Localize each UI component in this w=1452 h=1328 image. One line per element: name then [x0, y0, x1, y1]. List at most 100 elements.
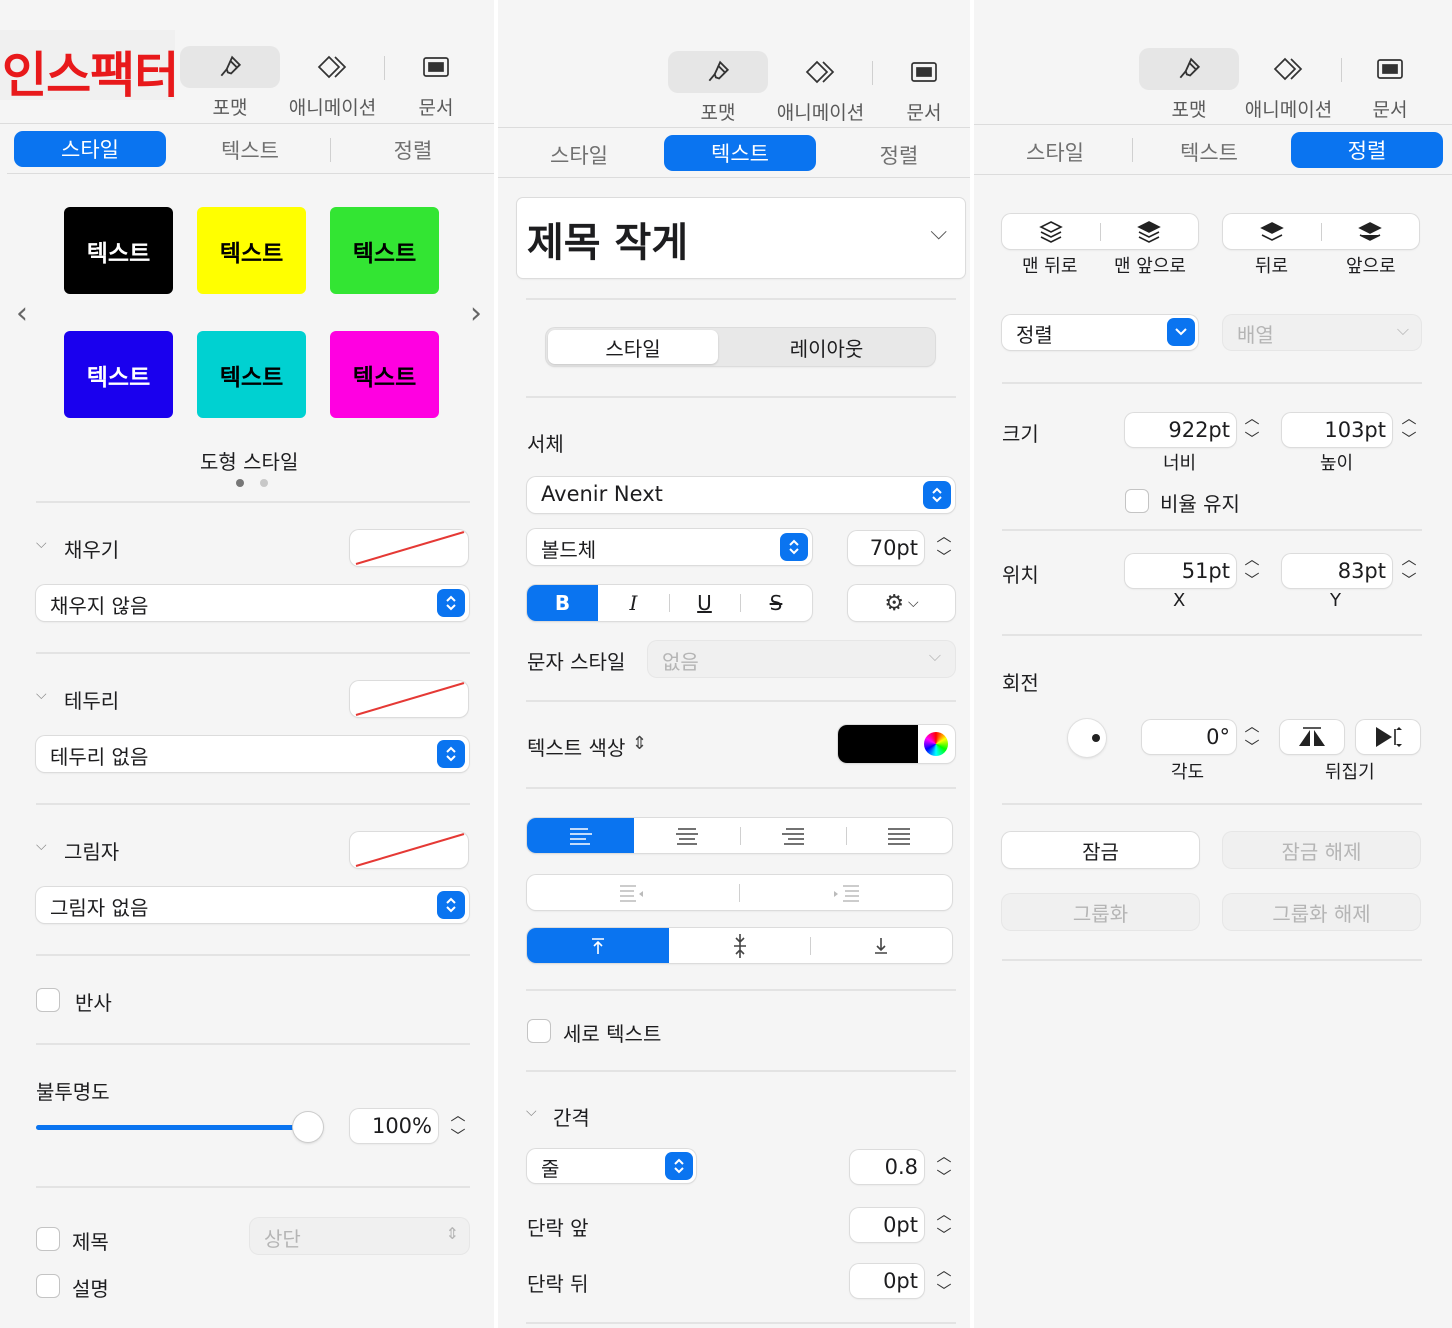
fill-type-popup[interactable]: 채우지 않음: [36, 585, 469, 621]
fill-color-well[interactable]: [350, 530, 468, 566]
stepper-up-icon[interactable]: ︿: [1401, 411, 1416, 426]
rotation-dial[interactable]: [1068, 719, 1106, 757]
stepper-down-icon[interactable]: ﹀: [1244, 740, 1259, 755]
flip-vertical-button[interactable]: [1356, 720, 1420, 754]
stepper-up-icon[interactable]: ︿: [936, 1263, 951, 1278]
align-popup[interactable]: 정렬: [1002, 315, 1198, 350]
justify-button[interactable]: [846, 818, 952, 853]
style-swatch[interactable]: 텍스트: [64, 207, 173, 294]
group-button[interactable]: 그룹화: [1002, 894, 1199, 930]
space-after-field[interactable]: 0pt: [850, 1264, 924, 1298]
disclosure-chevron-icon[interactable]: ⌵: [36, 687, 47, 703]
tab-text[interactable]: 텍스트: [175, 135, 325, 165]
popup-arrows-icon[interactable]: ⇕: [632, 733, 647, 754]
style-swatch[interactable]: 텍스트: [330, 331, 439, 418]
document-toolbar-button[interactable]: [400, 46, 472, 88]
tab-arrange[interactable]: 정렬: [338, 135, 488, 165]
bring-forward-button[interactable]: [1321, 214, 1419, 249]
position-x-field[interactable]: 51pt: [1125, 554, 1236, 588]
underline-button[interactable]: U: [669, 585, 740, 621]
tab-style[interactable]: 스타일: [504, 140, 654, 170]
send-to-back-button[interactable]: [1002, 214, 1100, 249]
vertical-text-checkbox[interactable]: [527, 1019, 551, 1043]
font-weight-popup[interactable]: 볼드체: [527, 529, 812, 565]
align-center-button[interactable]: [634, 818, 740, 853]
stepper-down-icon[interactable]: ﹀: [936, 1284, 951, 1299]
color-wheel-icon[interactable]: [924, 732, 948, 756]
style-layout-segmented[interactable]: 스타일 레이아웃: [546, 328, 935, 366]
border-type-popup[interactable]: 테두리 없음: [36, 736, 469, 772]
flip-horizontal-button[interactable]: [1280, 720, 1344, 754]
style-swatch[interactable]: 텍스트: [64, 331, 173, 418]
bold-button[interactable]: B: [527, 585, 598, 621]
opacity-stepper[interactable]: ︿ ﹀: [447, 1108, 469, 1144]
page-dot[interactable]: [260, 479, 268, 487]
font-size-field[interactable]: 70pt: [848, 531, 924, 565]
stepper-down-icon[interactable]: ﹀: [1244, 432, 1259, 447]
format-toolbar-button[interactable]: [180, 46, 280, 88]
description-checkbox[interactable]: [36, 1274, 60, 1298]
stepper-up-icon[interactable]: ︿: [936, 1207, 951, 1222]
align-bottom-button[interactable]: [810, 928, 952, 963]
width-field[interactable]: 922pt: [1125, 413, 1236, 447]
stepper-up-icon[interactable]: ︿: [450, 1108, 465, 1123]
segment-style[interactable]: 스타일: [548, 330, 718, 364]
italic-button[interactable]: I: [598, 585, 669, 621]
line-spacing-field[interactable]: 0.8: [850, 1150, 924, 1184]
tab-text[interactable]: 텍스트: [1134, 137, 1284, 167]
stepper-up-icon[interactable]: ︿: [1401, 552, 1416, 567]
disclosure-chevron-icon[interactable]: ⌵: [36, 536, 47, 552]
stepper-down-icon[interactable]: ﹀: [936, 1228, 951, 1243]
font-family-popup[interactable]: Avenir Next: [527, 477, 955, 513]
align-middle-button[interactable]: [669, 928, 810, 963]
character-style-popup[interactable]: 없음 ⌵: [648, 641, 955, 677]
prev-page-chevron-icon[interactable]: ‹: [16, 296, 28, 331]
align-left-button[interactable]: [527, 818, 634, 853]
height-stepper[interactable]: ︿ ﹀: [1398, 411, 1420, 447]
disclosure-chevron-icon[interactable]: ⌵: [36, 838, 47, 854]
stepper-up-icon[interactable]: ︿: [1244, 411, 1259, 426]
lock-button[interactable]: 잠금: [1002, 832, 1199, 868]
format-toolbar-button[interactable]: [1139, 48, 1239, 90]
stepper-down-icon[interactable]: ﹀: [1401, 432, 1416, 447]
text-color-well[interactable]: [838, 725, 955, 763]
disclosure-chevron-icon[interactable]: ⌵: [526, 1104, 537, 1120]
advanced-options-button[interactable]: ⚙ ⌵: [848, 585, 955, 621]
line-spacing-popup[interactable]: 줄: [527, 1149, 696, 1183]
animate-toolbar-button[interactable]: [290, 46, 375, 88]
height-field[interactable]: 103pt: [1282, 413, 1392, 447]
space-after-stepper[interactable]: ︿ ﹀: [933, 1263, 955, 1299]
angle-stepper[interactable]: ︿ ﹀: [1241, 719, 1263, 755]
tab-text[interactable]: 텍스트: [664, 135, 816, 171]
position-y-stepper[interactable]: ︿ ﹀: [1398, 552, 1420, 588]
position-y-field[interactable]: 83pt: [1282, 554, 1392, 588]
space-before-stepper[interactable]: ︿ ﹀: [933, 1207, 955, 1243]
stepper-up-icon[interactable]: ︿: [936, 529, 951, 544]
align-right-button[interactable]: [740, 818, 846, 853]
tab-style[interactable]: 스타일: [980, 137, 1130, 167]
tab-style[interactable]: 스타일: [14, 131, 166, 167]
style-swatch[interactable]: 텍스트: [197, 331, 306, 418]
tab-arrange[interactable]: 정렬: [1291, 132, 1443, 168]
format-toolbar-button[interactable]: [668, 51, 768, 93]
next-page-chevron-icon[interactable]: ›: [470, 296, 482, 331]
opacity-field[interactable]: 100%: [350, 1109, 438, 1143]
font-size-stepper[interactable]: ︿ ﹀: [933, 529, 955, 565]
stepper-down-icon[interactable]: ﹀: [1401, 573, 1416, 588]
ungroup-button[interactable]: 그룹화 해제: [1223, 894, 1420, 930]
title-position-popup[interactable]: 상단 ⇕: [250, 1218, 469, 1254]
unlock-button[interactable]: 잠금 해제: [1223, 832, 1420, 868]
decrease-indent-button[interactable]: [527, 875, 739, 910]
angle-field[interactable]: 0°: [1142, 720, 1236, 754]
page-dot-active[interactable]: [236, 479, 244, 487]
shadow-type-popup[interactable]: 그림자 없음: [36, 887, 469, 923]
segment-layout[interactable]: 레이아웃: [718, 328, 935, 366]
space-before-field[interactable]: 0pt: [850, 1208, 924, 1242]
title-checkbox[interactable]: [36, 1227, 60, 1251]
constrain-proportions-checkbox[interactable]: [1125, 489, 1149, 513]
increase-indent-button[interactable]: [739, 875, 952, 910]
style-swatch[interactable]: 텍스트: [330, 207, 439, 294]
stepper-down-icon[interactable]: ﹀: [450, 1129, 465, 1144]
animate-toolbar-button[interactable]: [778, 51, 863, 93]
line-spacing-stepper[interactable]: ︿ ﹀: [933, 1149, 955, 1185]
